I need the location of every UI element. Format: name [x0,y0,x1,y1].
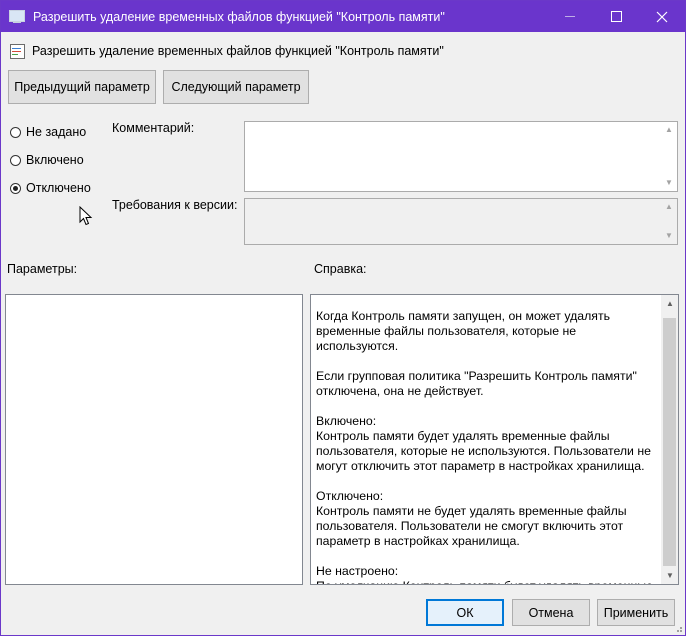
policy-title: Разрешить удаление временных файлов функ… [32,44,444,58]
maximize-icon [610,11,622,22]
policy-dialog: Разрешить удаление временных файлов функ… [0,0,686,636]
radio-not-configured-indicator[interactable] [10,126,21,138]
help-text: Когда Контроль памяти запущен, он может … [316,309,656,584]
parameters-label: Параметры: [7,262,78,276]
scroll-down-icon[interactable]: ▼ [666,571,674,580]
help-paragraph: Включено: Контроль памяти будет удалять … [316,414,651,473]
radio-disabled-indicator[interactable] [10,182,21,194]
radio-enabled[interactable]: Включено [10,153,84,167]
scrollbar-thumb[interactable] [663,318,676,566]
scroll-up-icon[interactable]: ▲ [665,126,673,134]
resize-grip-icon[interactable] [673,623,683,633]
help-paragraph: Не настроено: По умолчанию Контроль памя… [316,564,653,584]
version-requirements-label: Требования к версии: [112,198,238,212]
radio-disabled-label: Отключено [26,181,91,195]
version-scrollbar[interactable]: ▲ ▼ [661,199,677,244]
comment-scrollbar[interactable]: ▲ ▼ [661,122,677,191]
help-label: Справка: [314,262,367,276]
scroll-up-icon[interactable]: ▲ [665,203,673,211]
mouse-cursor-icon [79,206,93,226]
ok-button[interactable]: ОК [426,599,504,626]
app-icon [9,9,25,24]
version-requirements-field: ▲ ▼ [244,198,678,245]
minimize-button[interactable] [547,1,593,32]
maximize-button[interactable] [593,1,639,32]
policy-setting-icon [9,43,25,59]
cancel-button[interactable]: Отмена [512,599,590,626]
close-button[interactable] [639,1,685,32]
title-bar[interactable]: Разрешить удаление временных файлов функ… [1,1,685,32]
comment-label: Комментарий: [112,121,195,135]
next-setting-button[interactable]: Следующий параметр [163,70,309,104]
radio-enabled-label: Включено [26,153,84,167]
radio-disabled[interactable]: Отключено [10,181,91,195]
scroll-up-icon[interactable]: ▲ [666,299,674,308]
scroll-down-icon[interactable]: ▼ [665,232,673,240]
radio-not-configured-label: Не задано [26,125,87,139]
radio-enabled-indicator[interactable] [10,154,21,166]
comment-textarea[interactable]: ▲ ▼ [244,121,678,192]
help-scrollbar[interactable]: ▲ ▼ [661,295,678,584]
policy-header: Разрешить удаление временных файлов функ… [9,43,444,59]
help-paragraph: Когда Контроль памяти запущен, он может … [316,309,610,353]
apply-button[interactable]: Применить [597,599,675,626]
minimize-icon [565,16,575,17]
radio-not-configured[interactable]: Не задано [10,125,86,139]
parameters-pane[interactable] [5,294,303,585]
close-icon [656,11,668,22]
previous-setting-button[interactable]: Предыдущий параметр [8,70,156,104]
help-paragraph: Отключено: Контроль памяти не будет удал… [316,489,627,548]
help-paragraph: Если групповая политика "Разрешить Контр… [316,369,637,398]
help-pane[interactable]: Когда Контроль памяти запущен, он может … [310,294,679,585]
scroll-down-icon[interactable]: ▼ [665,179,673,187]
window-title: Разрешить удаление временных файлов функ… [33,9,445,24]
